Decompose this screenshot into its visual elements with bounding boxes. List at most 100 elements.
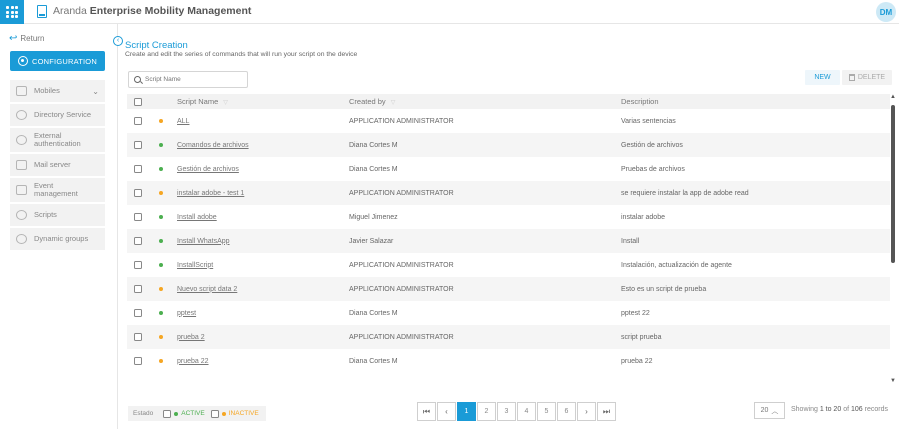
table-row[interactable]: Comandos de archivos Diana Cortes M Gestió… bbox=[127, 133, 890, 157]
select-all-checkbox[interactable] bbox=[134, 97, 142, 106]
per-page-value: 20 bbox=[760, 407, 769, 414]
row-checkbox[interactable] bbox=[134, 357, 142, 365]
sidebar: ↩ Return CONFIGURATION Mobiles ⌄ Directo… bbox=[0, 24, 118, 429]
created-by-cell: Diana Cortes M bbox=[349, 357, 398, 365]
search-box bbox=[128, 71, 248, 88]
script-name-link[interactable]: Gestión de archivos bbox=[177, 166, 239, 173]
sidebar-item-directory-service[interactable]: Directory Service bbox=[10, 104, 105, 126]
previous-page-button[interactable]: ‹ bbox=[437, 402, 456, 421]
table-row[interactable]: instalar adobe - test 1 APPLICATION ADMIN… bbox=[127, 181, 890, 205]
collapse-sidebar-button[interactable]: ‹ bbox=[113, 36, 123, 46]
active-filter-label: ACTIVE bbox=[181, 410, 205, 417]
table-row[interactable]: Install WhatsApp Javier Salazar Install bbox=[127, 229, 890, 253]
sidebar-item-label: External authentication bbox=[34, 130, 81, 148]
return-label: Return bbox=[20, 34, 45, 43]
page-button-5[interactable]: 5 bbox=[537, 402, 556, 421]
table-row[interactable]: pptest Diana Cortes M pptest 22 bbox=[127, 301, 890, 325]
user-avatar[interactable]: DM bbox=[876, 2, 896, 22]
column-header-created-by[interactable]: Created by ▽ bbox=[349, 97, 621, 106]
created-by-cell: APPLICATION ADMINISTRATOR bbox=[349, 285, 454, 293]
column-label: Created by bbox=[349, 97, 386, 106]
script-name-link[interactable]: Nuevo script data 2 bbox=[177, 286, 237, 293]
row-checkbox[interactable] bbox=[134, 285, 142, 293]
script-name-link[interactable]: Comandos de archivos bbox=[177, 142, 249, 149]
chevron-up-icon: ︿ bbox=[771, 407, 779, 415]
records-of: of bbox=[843, 406, 850, 413]
return-link[interactable]: ↩ Return bbox=[9, 33, 45, 43]
new-button[interactable]: NEW bbox=[805, 70, 840, 85]
script-name-link[interactable]: instalar adobe - test 1 bbox=[177, 190, 244, 197]
created-by-cell: Javier Salazar bbox=[349, 237, 394, 245]
row-checkbox[interactable] bbox=[134, 309, 142, 317]
sidebar-item-external-authentication[interactable]: External authentication bbox=[10, 128, 105, 152]
column-header-description[interactable]: Description bbox=[621, 97, 890, 106]
table-row[interactable]: ALL APPLICATION ADMINISTRATOR Varias sente… bbox=[127, 109, 890, 133]
script-name-link[interactable]: prueba 2 bbox=[177, 334, 205, 341]
table-row[interactable]: InstallScript APPLICATION ADMINISTRATOR In… bbox=[127, 253, 890, 277]
records-summary: Showing 1 to 20 of 106 records bbox=[791, 406, 888, 413]
description-cell: instalar adobe bbox=[621, 213, 665, 221]
script-name-link[interactable]: Install adobe bbox=[177, 214, 217, 221]
sidebar-item-label: Mail server bbox=[34, 159, 71, 169]
row-checkbox[interactable] bbox=[134, 237, 142, 245]
table-row[interactable]: Gestión de archivos Diana Cortes M Pruebas… bbox=[127, 157, 890, 181]
status-dot-icon bbox=[159, 287, 163, 291]
row-checkbox[interactable] bbox=[134, 333, 142, 341]
page-button-6[interactable]: 6 bbox=[557, 402, 576, 421]
sort-icon: ▽ bbox=[223, 100, 228, 106]
table-row[interactable]: Nuevo script data 2 APPLICATION ADMINISTR… bbox=[127, 277, 890, 301]
page-button-4[interactable]: 4 bbox=[517, 402, 536, 421]
search-icon bbox=[134, 76, 141, 83]
row-checkbox[interactable] bbox=[134, 165, 142, 173]
script-name-link[interactable]: prueba 22 bbox=[177, 358, 209, 365]
page-button-3[interactable]: 3 bbox=[497, 402, 516, 421]
table-row[interactable]: Install adobe Miguel Jimenez instalar adob… bbox=[127, 205, 890, 229]
configuration-button[interactable]: CONFIGURATION bbox=[10, 51, 105, 71]
table-row[interactable]: prueba 2 APPLICATION ADMINISTRATOR script … bbox=[127, 325, 890, 349]
scroll-up-icon[interactable]: ▲ bbox=[890, 94, 896, 100]
last-page-button[interactable]: ⏭ bbox=[597, 402, 616, 421]
script-name-link[interactable]: InstallScript bbox=[177, 262, 213, 269]
search-input[interactable] bbox=[145, 76, 240, 83]
sidebar-item-label: Event management bbox=[34, 180, 78, 198]
script-name-link[interactable]: pptest bbox=[177, 310, 196, 317]
sidebar-item-dynamic-groups[interactable]: Dynamic groups bbox=[10, 228, 105, 250]
settings-icon bbox=[18, 56, 28, 66]
table-scrollbar[interactable]: ▲ ▼ bbox=[889, 94, 897, 384]
page-button-2[interactable]: 2 bbox=[477, 402, 496, 421]
row-checkbox[interactable] bbox=[134, 189, 142, 197]
per-page-select[interactable]: 20 ︿ bbox=[754, 402, 785, 419]
apps-menu-button[interactable] bbox=[0, 0, 24, 24]
row-checkbox[interactable] bbox=[134, 261, 142, 269]
sidebar-item-scripts[interactable]: Scripts bbox=[10, 204, 105, 226]
next-page-button[interactable]: › bbox=[577, 402, 596, 421]
row-checkbox[interactable] bbox=[134, 117, 142, 125]
delete-button[interactable]: DELETE bbox=[842, 70, 892, 85]
table-row[interactable]: prueba 22 Diana Cortes M prueba 22 bbox=[127, 349, 890, 373]
active-filter-checkbox[interactable] bbox=[163, 409, 172, 418]
groups-icon bbox=[16, 234, 27, 244]
scroll-down-icon[interactable]: ▼ bbox=[890, 378, 896, 384]
sidebar-item-mail-server[interactable]: Mail server bbox=[10, 154, 105, 176]
column-label: Script Name bbox=[177, 97, 219, 106]
script-name-link[interactable]: ALL bbox=[177, 118, 189, 125]
sidebar-item-mobiles[interactable]: Mobiles ⌄ bbox=[10, 80, 105, 102]
first-page-button[interactable]: ⏮ bbox=[417, 402, 436, 421]
sidebar-item-label: Dynamic groups bbox=[34, 233, 89, 243]
inactive-filter-checkbox[interactable] bbox=[210, 409, 219, 418]
scrollbar-thumb[interactable] bbox=[891, 105, 895, 263]
script-name-link[interactable]: Install WhatsApp bbox=[177, 238, 230, 245]
grid-icon bbox=[6, 6, 18, 18]
status-dot-icon bbox=[159, 359, 163, 363]
status-dot-icon bbox=[159, 167, 163, 171]
sidebar-item-event-management[interactable]: Event management bbox=[10, 178, 105, 202]
top-bar: Aranda Enterprise Mobility Management DM bbox=[0, 0, 899, 24]
app-title: Aranda Enterprise Mobility Management bbox=[53, 5, 251, 17]
page-numbers: 123456 bbox=[457, 402, 576, 421]
records-suffix: records bbox=[864, 406, 888, 413]
records-range: 1 to 20 bbox=[819, 406, 842, 413]
row-checkbox[interactable] bbox=[134, 213, 142, 221]
column-header-script-name[interactable]: Script Name ▽ bbox=[173, 97, 349, 106]
row-checkbox[interactable] bbox=[134, 141, 142, 149]
page-button-1[interactable]: 1 bbox=[457, 402, 476, 421]
